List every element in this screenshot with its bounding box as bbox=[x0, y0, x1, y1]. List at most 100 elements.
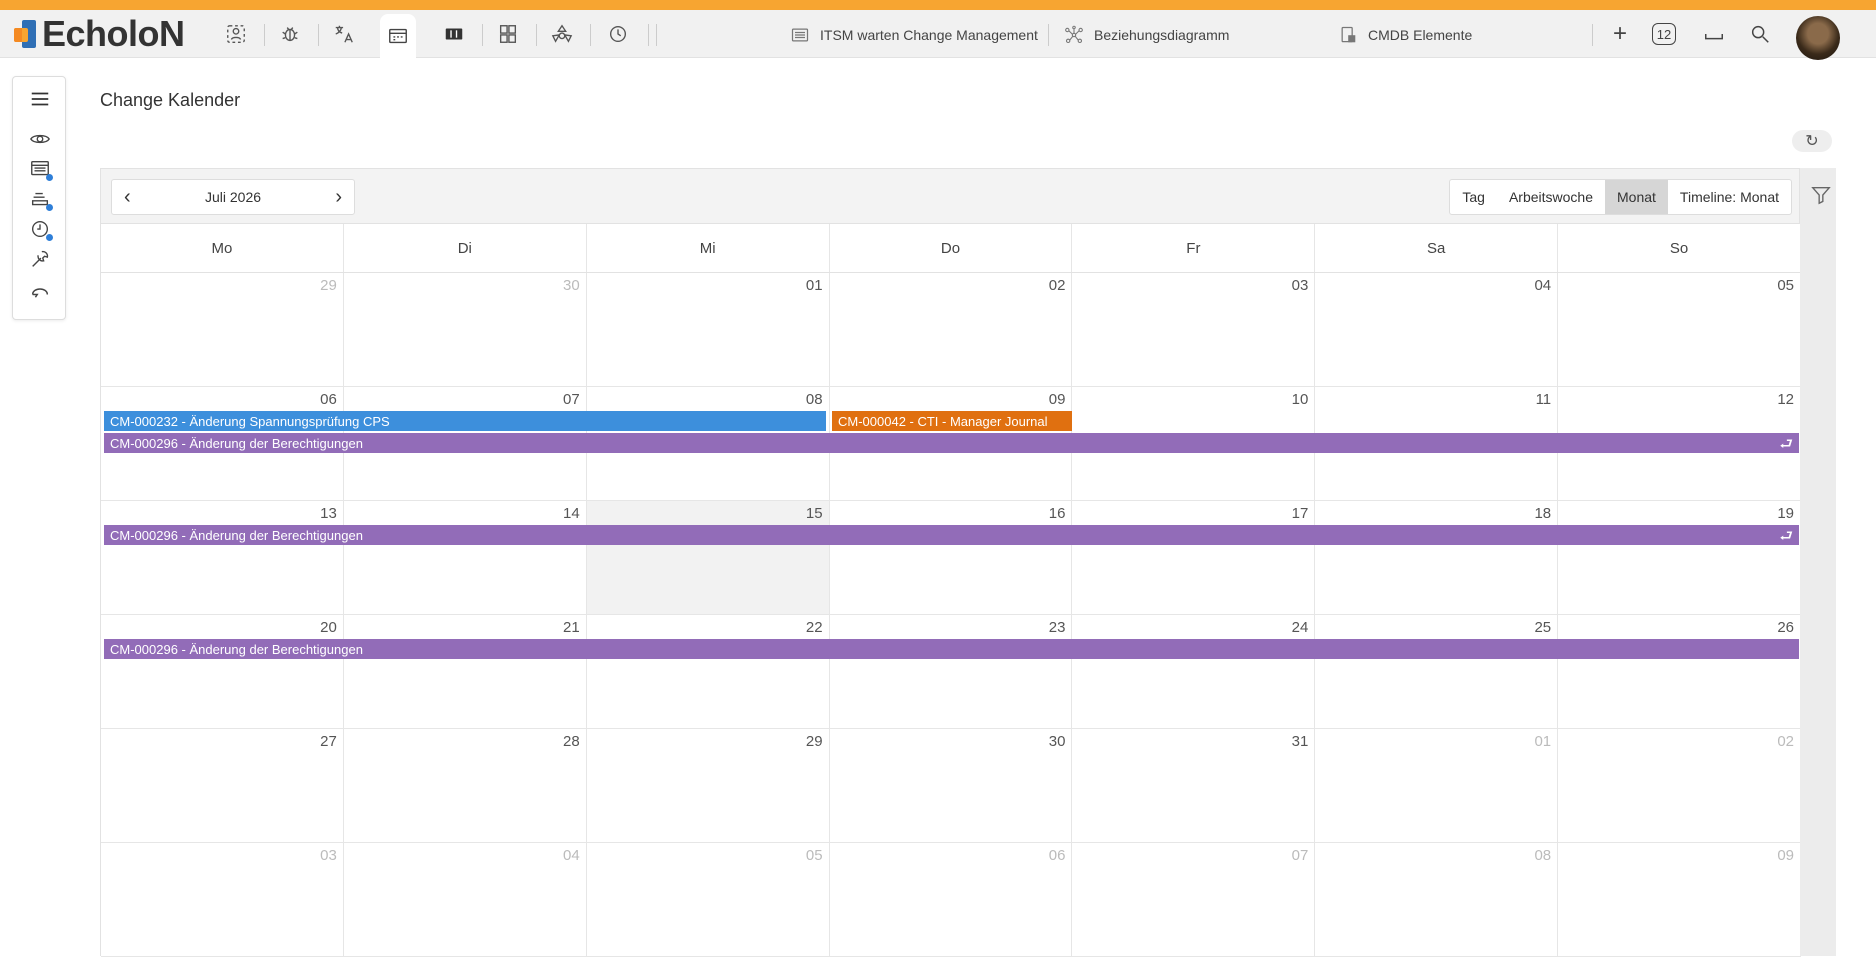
day-cell[interactable]: 29 bbox=[586, 729, 830, 842]
prev-month-button[interactable]: ‹ bbox=[124, 186, 131, 209]
next-month-button[interactable]: › bbox=[335, 186, 342, 209]
columns-icon[interactable] bbox=[436, 18, 472, 50]
day-number: 22 bbox=[805, 619, 823, 636]
day-cell[interactable]: 27 bbox=[101, 729, 344, 842]
day-cell[interactable]: 22 bbox=[586, 615, 830, 728]
week-row: 13 14 15 16 17 18 19 CM-000296 - Änderun… bbox=[101, 501, 1802, 615]
user-search-icon[interactable] bbox=[218, 18, 254, 50]
recycle-icon[interactable] bbox=[544, 18, 580, 50]
tab-beziehungsdiagramm[interactable]: Beziehungsdiagramm bbox=[1064, 22, 1229, 48]
view-month[interactable]: Monat bbox=[1605, 180, 1668, 214]
weekday-label: Mo bbox=[101, 224, 344, 272]
day-cell[interactable]: 30 bbox=[829, 729, 1073, 842]
weekday-label: So bbox=[1558, 224, 1802, 272]
day-number: 27 bbox=[320, 733, 337, 750]
day-number: 25 bbox=[1534, 619, 1552, 636]
day-number: 08 bbox=[1534, 847, 1552, 864]
week-row: 27 28 29 30 31 01 02 bbox=[101, 729, 1802, 843]
event-bar[interactable]: CM-000296 - Änderung der Berechtigungen ⮐ bbox=[104, 525, 1799, 545]
view-day[interactable]: Tag bbox=[1450, 180, 1497, 214]
day-cell[interactable]: 06 bbox=[829, 843, 1073, 956]
wrench-icon[interactable] bbox=[27, 247, 53, 271]
search-icon[interactable] bbox=[1746, 20, 1774, 48]
queue-icon[interactable] bbox=[27, 187, 53, 211]
day-number: 07 bbox=[563, 391, 580, 408]
day-cell[interactable]: 19 bbox=[1558, 501, 1802, 614]
day-cell[interactable]: 25 bbox=[1315, 615, 1559, 728]
add-icon[interactable]: + bbox=[1608, 20, 1632, 48]
page-title: Change Kalender bbox=[100, 90, 241, 110]
tray-icon[interactable] bbox=[1700, 20, 1728, 48]
day-cell[interactable]: 03 bbox=[101, 843, 344, 956]
filter-icon[interactable] bbox=[1810, 184, 1832, 211]
day-number: 01 bbox=[1534, 733, 1552, 750]
day-cell[interactable]: 04 bbox=[1315, 273, 1559, 386]
day-cell[interactable]: 08 bbox=[1315, 843, 1559, 956]
notifications-badge[interactable]: 12 bbox=[1650, 20, 1678, 48]
day-cell[interactable]: 13 bbox=[101, 501, 344, 614]
day-number: 03 bbox=[320, 847, 337, 864]
day-cell[interactable]: 02 bbox=[1558, 729, 1802, 842]
bug-icon[interactable] bbox=[272, 18, 308, 50]
left-sidebar bbox=[12, 76, 66, 320]
day-cell[interactable]: 09 bbox=[1558, 843, 1802, 956]
app-name: EcholoN bbox=[42, 13, 185, 54]
weekday-label: Di bbox=[344, 224, 587, 272]
day-cell[interactable]: 21 bbox=[343, 615, 587, 728]
day-cell[interactable]: 24 bbox=[1072, 615, 1316, 728]
view-timeline-month[interactable]: Timeline: Monat bbox=[1668, 180, 1791, 214]
day-cell[interactable]: 26 bbox=[1558, 615, 1802, 728]
calendar-board-icon[interactable] bbox=[380, 14, 416, 58]
tab-cmdb-elemente[interactable]: CMDB Elemente bbox=[1338, 22, 1472, 48]
day-cell[interactable]: 14 bbox=[343, 501, 587, 614]
menu-icon[interactable] bbox=[27, 87, 53, 111]
clock-icon[interactable] bbox=[27, 217, 53, 241]
tab-itsm-change[interactable]: ITSM warten Change Management bbox=[790, 22, 1038, 48]
chat-icon[interactable] bbox=[27, 277, 53, 301]
event-bar[interactable]: CM-000232 - Änderung Spannungsprüfung CP… bbox=[104, 411, 826, 431]
translate-icon[interactable] bbox=[326, 18, 362, 50]
weekday-label: Mi bbox=[587, 224, 830, 272]
day-cell[interactable]: 23 bbox=[829, 615, 1073, 728]
weekday-label: Do bbox=[830, 224, 1073, 272]
event-bar[interactable]: CM-000296 - Änderung der Berechtigungen bbox=[104, 639, 1799, 659]
day-cell[interactable]: 30 bbox=[343, 273, 587, 386]
database-icon bbox=[1341, 26, 1356, 43]
day-cell[interactable]: 31 bbox=[1072, 729, 1316, 842]
day-number: 01 bbox=[805, 277, 823, 294]
refresh-button[interactable]: ↻ bbox=[1792, 130, 1832, 152]
day-cell[interactable]: 04 bbox=[343, 843, 587, 956]
recurrence-icon: ⮐ bbox=[1779, 528, 1793, 545]
day-cell[interactable]: 16 bbox=[829, 501, 1073, 614]
view-workweek[interactable]: Arbeitswoche bbox=[1497, 180, 1605, 214]
day-cell[interactable]: 01 bbox=[586, 273, 830, 386]
day-number: 20 bbox=[320, 619, 337, 636]
day-cell[interactable]: 07 bbox=[1072, 843, 1316, 956]
day-number: 06 bbox=[320, 391, 337, 408]
day-cell[interactable]: 17 bbox=[1072, 501, 1316, 614]
day-number: 03 bbox=[1291, 277, 1309, 294]
event-bar[interactable]: CM-000042 - CTI - Manager Journal bbox=[832, 411, 1072, 431]
event-bar[interactable]: CM-000296 - Änderung der Berechtigungen ⮐ bbox=[104, 433, 1799, 453]
day-cell[interactable]: 29 bbox=[101, 273, 344, 386]
day-number: 11 bbox=[1535, 391, 1552, 408]
period-navigator: ‹ Juli 2026 › bbox=[111, 179, 355, 215]
list-icon[interactable] bbox=[27, 157, 53, 181]
app-logo[interactable]: EcholoN bbox=[14, 13, 185, 54]
day-cell-today[interactable]: 15 bbox=[586, 501, 830, 614]
avatar[interactable] bbox=[1796, 16, 1840, 60]
clock-icon[interactable] bbox=[600, 18, 636, 50]
event-title: CM-000232 - Änderung Spannungsprüfung CP… bbox=[110, 413, 390, 429]
day-cell[interactable]: 28 bbox=[343, 729, 587, 842]
day-cell[interactable]: 01 bbox=[1315, 729, 1559, 842]
period-label[interactable]: Juli 2026 bbox=[205, 189, 261, 205]
eye-icon[interactable] bbox=[27, 127, 53, 151]
day-cell[interactable]: 03 bbox=[1072, 273, 1316, 386]
grid-icon[interactable] bbox=[490, 18, 526, 50]
day-cell[interactable]: 05 bbox=[586, 843, 830, 956]
day-cell[interactable]: 05 bbox=[1558, 273, 1802, 386]
day-cell[interactable]: 20 bbox=[101, 615, 344, 728]
day-cell[interactable]: 18 bbox=[1315, 501, 1559, 614]
day-number: 15 bbox=[805, 505, 823, 522]
day-cell[interactable]: 02 bbox=[829, 273, 1073, 386]
